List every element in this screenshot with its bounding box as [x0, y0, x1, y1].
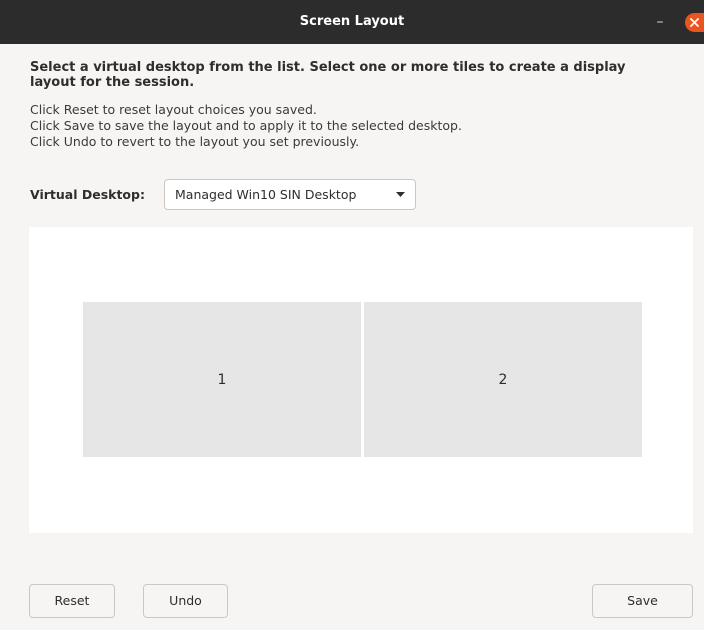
tile-number: 1 [217, 371, 227, 388]
save-button[interactable]: Save [592, 584, 693, 618]
reset-button[interactable]: Reset [29, 584, 115, 618]
undo-button[interactable]: Undo [143, 584, 228, 618]
instruction-save: Click Save to save the layout and to app… [30, 118, 462, 133]
instructions-list: Click Reset to reset layout choices you … [30, 102, 680, 150]
layout-canvas: 1 2 [29, 227, 693, 533]
display-tile-2[interactable]: 2 [364, 302, 642, 457]
window-title: Screen Layout [299, 14, 405, 29]
title-bar: Screen Layout – [0, 0, 704, 44]
virtual-desktop-label: Virtual Desktop: [30, 187, 145, 202]
close-icon [690, 18, 699, 27]
display-tile-1[interactable]: 1 [83, 302, 361, 457]
screen-layout-window: Screen Layout – Select a virtual desktop… [0, 0, 704, 630]
instruction-undo: Click Undo to revert to the layout you s… [30, 134, 360, 149]
instructions-heading: Select a virtual desktop from the list. … [30, 60, 626, 90]
instruction-reset: Click Reset to reset layout choices you … [30, 102, 317, 117]
close-button[interactable] [685, 13, 704, 32]
virtual-desktop-selected-value: Managed Win10 SIN Desktop [175, 187, 357, 202]
virtual-desktop-dropdown[interactable]: Managed Win10 SIN Desktop [164, 179, 416, 210]
tile-number: 2 [498, 371, 508, 388]
chevron-down-icon [396, 192, 405, 197]
minimize-button[interactable]: – [650, 12, 670, 32]
